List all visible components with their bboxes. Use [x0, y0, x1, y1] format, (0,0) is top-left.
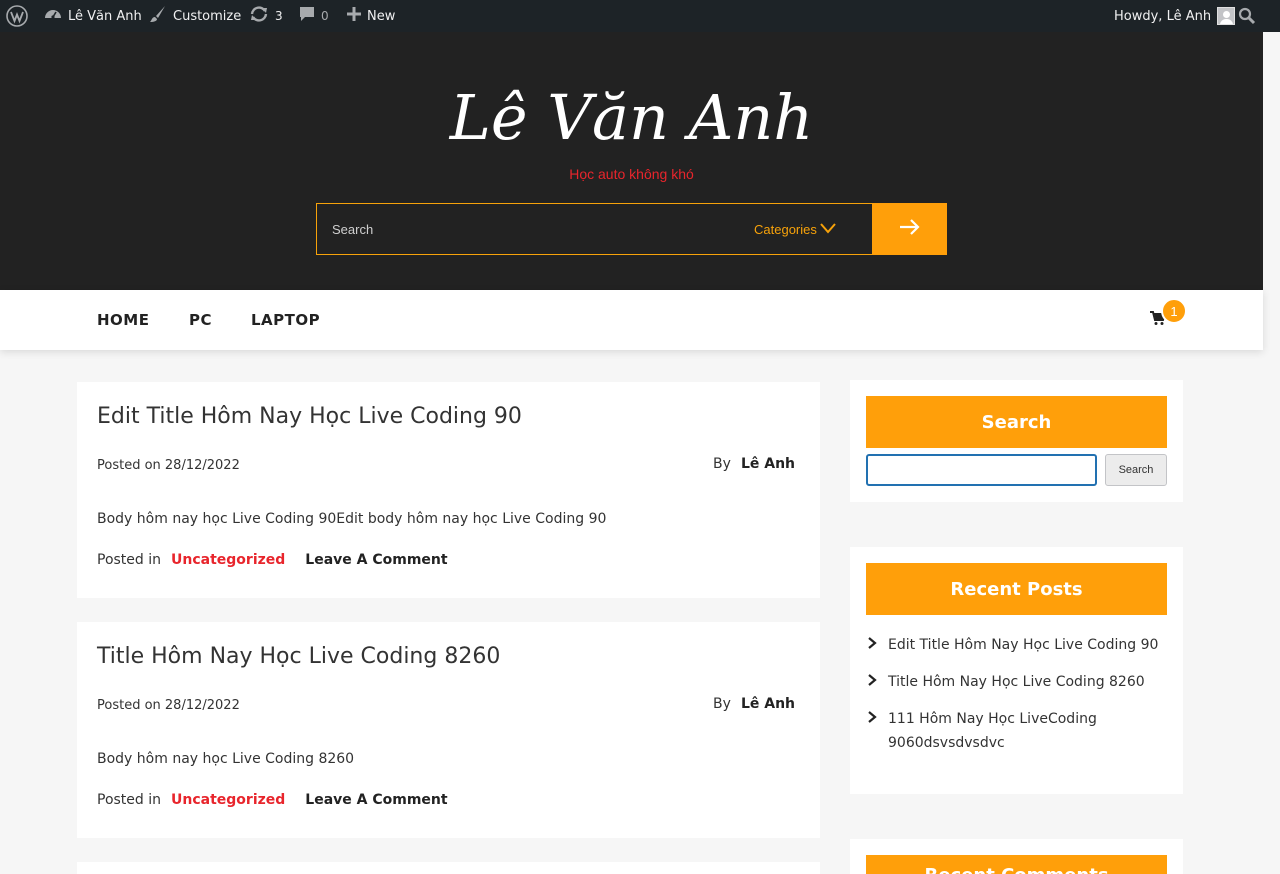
avatar — [1217, 7, 1236, 25]
search-widget-title: Search — [866, 396, 1167, 448]
recent-posts-title: Recent Posts — [866, 563, 1167, 615]
post-byline: By Lê Anh — [713, 456, 795, 472]
wordpress-logo-icon[interactable] — [6, 0, 28, 32]
post-date: Posted on 28/12/2022 — [97, 458, 240, 473]
updates-count: 3 — [275, 9, 283, 23]
arrow-right-icon — [899, 218, 921, 240]
site-name-label: Lê Văn Anh — [68, 8, 142, 24]
customize-link[interactable]: Customize — [149, 0, 241, 32]
chevron-right-icon — [866, 633, 880, 658]
admin-search-icon[interactable] — [1238, 0, 1256, 32]
site-title[interactable]: Lê Văn Anh — [0, 80, 1263, 156]
leave-comment-link[interactable]: Leave A Comment — [305, 792, 447, 808]
plus-icon — [347, 7, 361, 25]
recent-post-item[interactable]: 111 Hôm Nay Học LiveCoding 9060dsvsdvsdv… — [866, 707, 1167, 755]
categories-label: Categories — [754, 221, 817, 237]
search-widget: Search Search — [850, 380, 1183, 502]
post-title[interactable]: Edit Title Hôm Nay Học Live Coding 90 — [97, 404, 522, 429]
post-byline: By Lê Anh — [713, 696, 795, 712]
brush-icon — [149, 5, 167, 27]
leave-comment-link[interactable]: Leave A Comment — [305, 552, 447, 568]
howdy-label: Howdy, Lê Anh — [1114, 8, 1212, 24]
recent-comments-title: Recent Comments — [866, 855, 1167, 874]
sidebar-search-button[interactable]: Search — [1105, 454, 1167, 486]
recent-post-item[interactable]: Title Hôm Nay Học Live Coding 8260 — [866, 670, 1167, 695]
posted-in-label: Posted in — [97, 792, 162, 808]
dashboard-icon — [44, 5, 62, 27]
site-name-link[interactable]: Lê Văn Anh — [44, 0, 142, 32]
main-navigation: HOME PC LAPTOP — [0, 290, 1263, 350]
header-search-form: Search Categories — [316, 203, 947, 255]
comments-count: 0 — [321, 9, 329, 23]
recent-post-link[interactable]: 111 Hôm Nay Học LiveCoding 9060dsvsdvsdv… — [888, 707, 1167, 755]
sidebar-search-input[interactable] — [866, 454, 1097, 486]
post-author-link[interactable]: Lê Anh — [741, 456, 795, 472]
chevron-down-icon — [819, 221, 837, 238]
post-excerpt: Body hôm nay học Live Coding 8260 — [97, 751, 355, 767]
new-content-link[interactable]: New — [347, 0, 395, 32]
categories-dropdown[interactable]: Categories — [752, 204, 872, 254]
by-label: By — [713, 696, 731, 712]
nav-item-pc[interactable]: PC — [189, 290, 212, 350]
comment-bubble-icon — [299, 6, 315, 26]
chevron-right-icon — [866, 670, 880, 695]
by-label: By — [713, 456, 731, 472]
post-card — [77, 862, 820, 874]
post-card: Edit Title Hôm Nay Học Live Coding 90 Po… — [77, 382, 820, 598]
recent-comments-widget: Recent Comments — [850, 839, 1183, 874]
site-tagline: Học auto không khó — [569, 166, 694, 182]
customize-label: Customize — [173, 8, 242, 24]
cart-count-badge[interactable]: 1 — [1161, 298, 1187, 324]
recent-posts-list: Edit Title Hôm Nay Học Live Coding 90 Ti… — [866, 633, 1167, 767]
post-footer-meta: Posted in Uncategorized Leave A Comment — [97, 552, 448, 568]
nav-item-laptop[interactable]: LAPTOP — [251, 290, 320, 350]
chevron-right-icon — [866, 707, 880, 755]
updates-link[interactable]: 3 — [249, 0, 283, 32]
post-title[interactable]: Title Hôm Nay Học Live Coding 8260 — [97, 644, 500, 669]
header-search-button[interactable] — [872, 203, 947, 255]
category-link[interactable]: Uncategorized — [171, 792, 285, 808]
category-link[interactable]: Uncategorized — [171, 552, 285, 568]
header-search-input[interactable]: Search — [317, 204, 752, 254]
post-footer-meta: Posted in Uncategorized Leave A Comment — [97, 792, 448, 808]
comments-link[interactable]: 0 — [299, 0, 329, 32]
my-account-link[interactable]: Howdy, Lê Anh — [1114, 0, 1236, 32]
new-label: New — [367, 8, 396, 24]
admin-bar: Lê Văn Anh Customize 3 0 New Howdy, Lê A… — [0, 0, 1280, 32]
recent-post-item[interactable]: Edit Title Hôm Nay Học Live Coding 90 — [866, 633, 1167, 658]
nav-item-home[interactable]: HOME — [97, 290, 149, 350]
recent-posts-widget: Recent Posts Edit Title Hôm Nay Học Live… — [850, 547, 1183, 794]
recent-post-link[interactable]: Edit Title Hôm Nay Học Live Coding 90 — [888, 633, 1158, 658]
site-header: Lê Văn Anh Học auto không khó Search Cat… — [0, 32, 1263, 290]
post-date: Posted on 28/12/2022 — [97, 698, 240, 713]
post-author-link[interactable]: Lê Anh — [741, 696, 795, 712]
recent-post-link[interactable]: Title Hôm Nay Học Live Coding 8260 — [888, 670, 1145, 695]
posted-in-label: Posted in — [97, 552, 162, 568]
post-excerpt: Body hôm nay học Live Coding 90Edit body… — [97, 511, 607, 527]
post-card: Title Hôm Nay Học Live Coding 8260 Poste… — [77, 622, 820, 838]
updates-icon — [249, 5, 269, 27]
